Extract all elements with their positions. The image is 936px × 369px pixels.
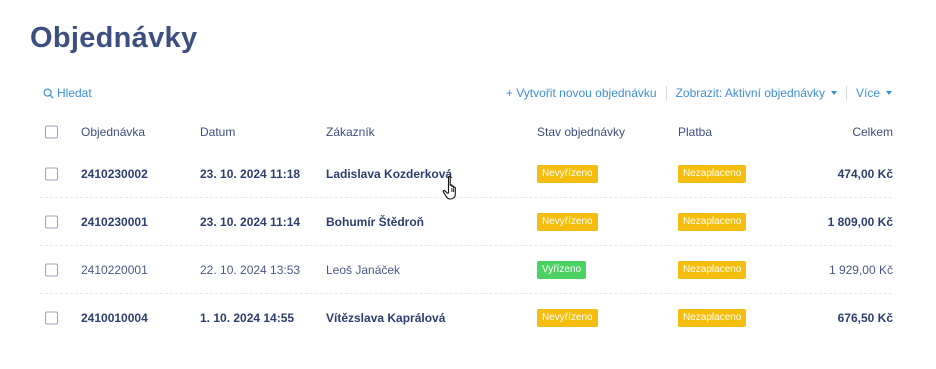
row-checkbox[interactable] xyxy=(45,311,58,325)
customer-name[interactable]: Ladislava Kozderková xyxy=(326,167,452,181)
order-total: 474,00 Kč xyxy=(837,167,893,181)
state-badge: Nevyřízeno xyxy=(537,309,598,327)
search-button[interactable]: Hledat xyxy=(43,86,92,100)
search-icon xyxy=(43,88,54,99)
payment-status-badge: Nezaplaceno xyxy=(678,309,747,327)
payment-status-badge: Nezaplaceno xyxy=(678,261,747,279)
state-badge: Nevyřízeno xyxy=(537,213,598,231)
create-order-button[interactable]: + Vytvořit novou objednávku xyxy=(506,86,657,100)
order-date: 1. 10. 2024 14:55 xyxy=(200,311,295,325)
more-dropdown[interactable]: Více xyxy=(856,86,892,100)
search-label: Hledat xyxy=(57,86,92,100)
order-state-badge: Nevyřízeno xyxy=(537,213,598,231)
order-number[interactable]: 2410220001 xyxy=(81,263,148,277)
order-total: 1 809,00 Kč xyxy=(827,215,893,229)
table-row[interactable]: 2410010004 1. 10. 2024 14:55 Vítězslava … xyxy=(0,294,936,342)
toolbar: Hledat + Vytvořit novou objednávku Zobra… xyxy=(0,82,936,104)
payment-badge: Nezaplaceno xyxy=(678,261,747,279)
order-total: 1 929,00 Kč xyxy=(828,263,893,277)
chevron-down-icon xyxy=(830,91,837,95)
order-number[interactable]: 2410230001 xyxy=(81,215,148,229)
payment-badge: Nezaplaceno xyxy=(678,213,747,231)
view-filter-label: Zobrazit: Aktivní objednávky xyxy=(675,86,825,100)
column-header-total[interactable]: Celkem xyxy=(852,125,893,139)
table-row[interactable]: 2410230002 23. 10. 2024 11:18 Ladislava … xyxy=(0,150,936,198)
column-header-date[interactable]: Datum xyxy=(200,125,235,139)
payment-status-badge: Nezaplaceno xyxy=(678,213,747,231)
toolbar-divider xyxy=(845,86,847,100)
customer-name[interactable]: Bohumír Štědroň xyxy=(326,215,424,229)
table-row[interactable]: 2410230001 23. 10. 2024 11:14 Bohumír Št… xyxy=(0,198,936,246)
column-header-order[interactable]: Objednávka xyxy=(81,125,145,139)
select-all-checkbox[interactable] xyxy=(45,125,58,139)
column-header-customer[interactable]: Zákazník xyxy=(326,125,375,139)
order-number[interactable]: 2410010004 xyxy=(81,311,148,325)
order-state-badge: Nevyřízeno xyxy=(537,309,598,327)
page-title: Objednávky xyxy=(30,22,198,54)
table-row[interactable]: 2410220001 22. 10. 2024 13:53 Leoš Janáč… xyxy=(0,246,936,294)
state-badge: Nevyřízeno xyxy=(537,165,598,183)
payment-status-badge: Nezaplaceno xyxy=(678,165,747,183)
table-header: Objednávka Datum Zákazník Stav objednávk… xyxy=(0,114,936,150)
order-date: 22. 10. 2024 13:53 xyxy=(200,263,301,277)
chevron-down-icon xyxy=(886,91,892,95)
row-checkbox[interactable] xyxy=(45,167,58,181)
row-checkbox[interactable] xyxy=(45,263,58,277)
customer-name[interactable]: Vítězslava Kaprálová xyxy=(326,311,445,325)
payment-badge: Nezaplaceno xyxy=(678,309,747,327)
create-order-label: + Vytvořit novou objednávku xyxy=(505,86,657,100)
payment-badge: Nezaplaceno xyxy=(678,165,747,183)
order-total: 676,50 Kč xyxy=(837,311,893,325)
order-state-badge: Vyřízeno xyxy=(537,261,587,279)
column-header-payment[interactable]: Platba xyxy=(678,125,712,139)
order-date: 23. 10. 2024 11:18 xyxy=(200,167,301,181)
order-state-badge: Nevyřízeno xyxy=(537,165,598,183)
more-label: Více xyxy=(855,86,880,100)
orders-table: Objednávka Datum Zákazník Stav objednávk… xyxy=(0,114,936,342)
view-filter-dropdown[interactable]: Zobrazit: Aktivní objednávky xyxy=(676,86,837,100)
order-date: 23. 10. 2024 11:14 xyxy=(200,215,301,229)
state-badge: Vyřízeno xyxy=(537,261,587,279)
column-header-state[interactable]: Stav objednávky xyxy=(537,125,625,139)
hand-cursor-icon xyxy=(442,175,456,200)
toolbar-divider xyxy=(665,86,667,100)
customer-name[interactable]: Leoš Janáček xyxy=(326,263,400,277)
order-number[interactable]: 2410230002 xyxy=(81,167,148,181)
row-checkbox[interactable] xyxy=(45,215,58,229)
